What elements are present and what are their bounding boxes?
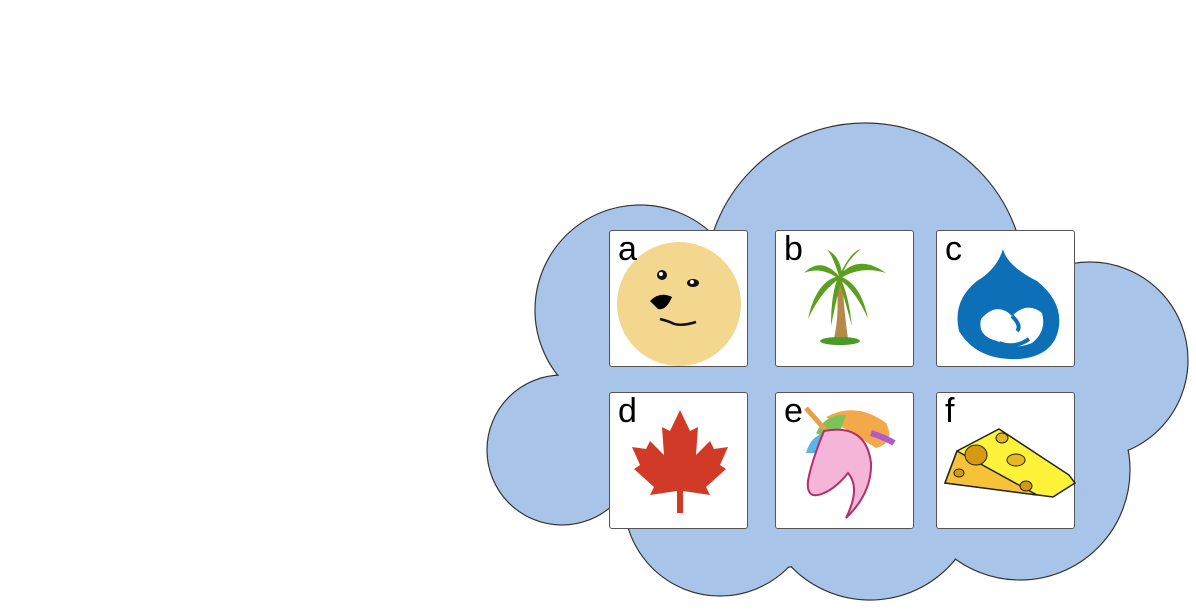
card-e: e [775, 392, 914, 529]
card-label: b [784, 230, 803, 268]
card-b: b [775, 230, 914, 367]
card-label: c [945, 230, 962, 268]
cheese-icon [943, 428, 1076, 498]
card-label: d [618, 392, 637, 430]
card-a: a [609, 230, 748, 367]
card-d: d [609, 392, 748, 529]
card-label: a [618, 230, 637, 268]
card-label: f [945, 392, 955, 430]
card-label: e [784, 392, 803, 430]
card-c: c [936, 230, 1075, 367]
card-f: f [936, 392, 1076, 529]
